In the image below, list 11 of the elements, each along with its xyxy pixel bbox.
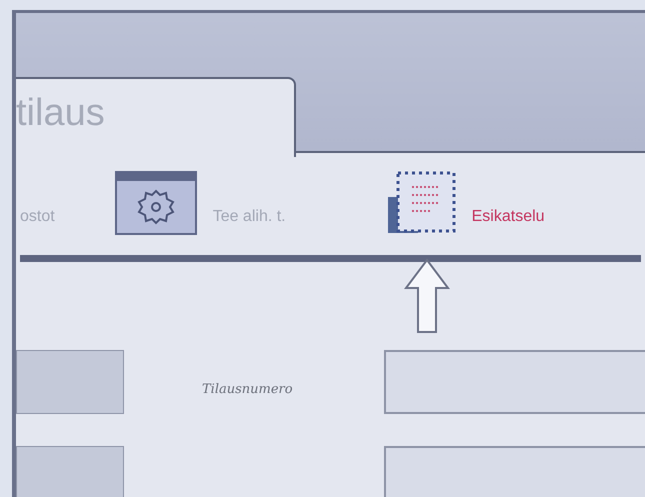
preview-icon[interactable]	[386, 169, 456, 236]
title-tab[interactable]: tilaus	[16, 77, 296, 158]
window-title: tilaus	[16, 91, 106, 136]
field-label: Tilausnumero	[202, 382, 293, 397]
input-field[interactable]	[384, 446, 645, 497]
input-field[interactable]	[384, 350, 645, 414]
gear-window-icon[interactable]	[114, 171, 197, 236]
toolbar-label[interactable]: Tee alih. t.	[212, 205, 286, 230]
toolbar-label[interactable]: ostot	[20, 205, 55, 230]
pointer-cursor-icon	[404, 258, 450, 334]
toolbar-label[interactable]: Esikatselu	[472, 205, 545, 230]
